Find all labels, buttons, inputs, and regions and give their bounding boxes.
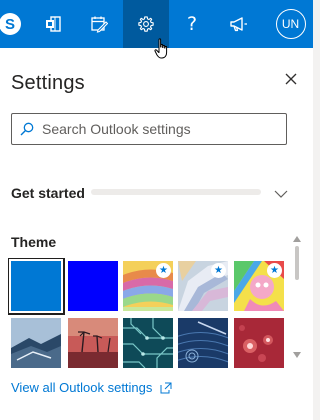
get-started-expand-button[interactable]	[274, 186, 288, 204]
help-icon: ?	[186, 13, 198, 35]
search-icon	[20, 122, 34, 136]
gear-icon	[138, 16, 154, 32]
theme-swatch-rainbow[interactable]: ★	[123, 261, 173, 311]
office-button[interactable]	[30, 0, 76, 48]
theme-swatch-mountain[interactable]	[11, 318, 61, 368]
theme-swatch-lights[interactable]	[234, 318, 284, 368]
open-external-icon	[160, 382, 172, 393]
theme-swatch-elevation[interactable]	[172, 318, 234, 368]
view-all-settings-link[interactable]: View all Outlook settings	[11, 380, 172, 395]
search-input[interactable]	[42, 121, 272, 137]
theme-scrollbar[interactable]	[291, 236, 303, 366]
chevron-down-icon	[274, 190, 288, 198]
todo-icon	[91, 16, 108, 33]
theme-swatch-dark-blue[interactable]	[68, 261, 118, 311]
theme-grid: ★ ★ ★	[8, 258, 288, 372]
theme-swatch-palms[interactable]	[68, 318, 118, 368]
get-started-progress	[91, 189, 261, 195]
skype-icon: S	[0, 13, 21, 35]
theme-swatch-circuit[interactable]	[123, 318, 173, 369]
view-all-settings-label: View all Outlook settings	[11, 380, 153, 395]
skype-button[interactable]: S	[0, 0, 30, 48]
avatar: UN	[275, 9, 306, 39]
megaphone-icon	[230, 17, 247, 32]
theme-swatch-unicorn[interactable]: ★	[178, 261, 228, 311]
star-icon: ★	[156, 263, 171, 278]
office-icon	[46, 16, 61, 32]
help-button[interactable]: ?	[169, 0, 215, 48]
circuit-theme-image	[123, 318, 173, 369]
scroll-down-arrow-icon[interactable]	[293, 352, 301, 358]
avatar-initials: UN	[281, 17, 300, 31]
scroll-up-arrow-icon[interactable]	[293, 236, 301, 242]
scrollbar-thumb[interactable]	[295, 246, 299, 280]
star-icon: ★	[211, 263, 226, 278]
account-button[interactable]: UN	[268, 0, 313, 48]
theme-swatch-blue[interactable]	[8, 258, 65, 315]
palms-theme-image	[68, 318, 118, 368]
todo-button[interactable]	[76, 0, 122, 48]
search-box[interactable]	[11, 113, 287, 145]
lights-theme-image	[234, 318, 284, 368]
theme-heading: Theme	[11, 234, 57, 250]
close-icon	[285, 73, 297, 85]
close-button[interactable]	[280, 68, 302, 90]
skype-letter: S	[4, 15, 15, 33]
feedback-button[interactable]	[215, 0, 261, 48]
theme-swatch-pink-cartoon[interactable]: ★	[234, 261, 284, 311]
mountain-theme-image	[11, 318, 61, 368]
settings-panel: Settings Get started Theme	[0, 48, 313, 420]
elevation-theme-image	[172, 318, 234, 368]
hand-cursor-icon	[154, 38, 168, 59]
page-title: Settings	[11, 72, 85, 94]
star-icon: ★	[267, 263, 282, 278]
get-started-label: Get started	[11, 185, 85, 201]
